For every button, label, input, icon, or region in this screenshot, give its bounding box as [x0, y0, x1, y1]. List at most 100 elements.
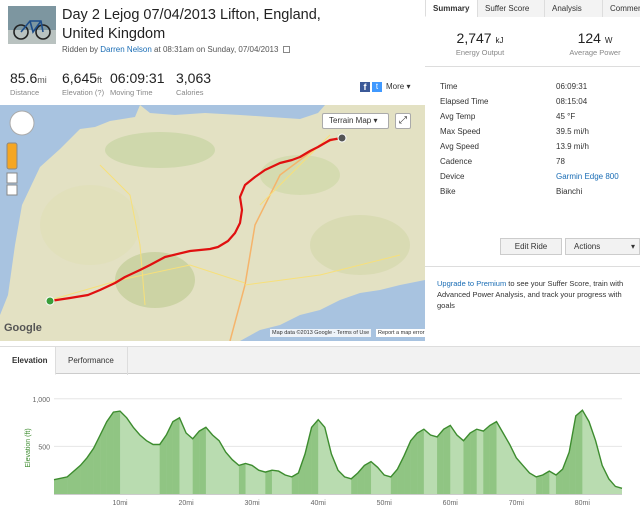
climb-segment — [463, 433, 471, 494]
x-tick-labels: 10mi 20mi 30mi 40mi 50mi 60mi 70mi 80mi — [112, 500, 590, 507]
map-attribution[interactable]: Map data ©2013 Google - Terms of Use — [270, 329, 372, 337]
activity-tabs: Summary Suffer Score Analysis Comments — [425, 0, 640, 17]
climb-segment — [238, 463, 246, 494]
climb-segment — [536, 474, 543, 494]
upgrade-premium-link[interactable]: Upgrade to Premium — [437, 279, 506, 288]
climb-segment — [106, 412, 114, 494]
ridden-prefix: Ridden by — [62, 45, 101, 54]
detail-key: Bike — [440, 187, 456, 196]
average-power: 124 W Average Power — [555, 30, 635, 57]
tab-performance[interactable]: Performance — [56, 347, 128, 375]
detail-row: Elapsed Time 08:15:04 — [440, 97, 635, 109]
climb-segment — [311, 419, 319, 494]
y-tick-label: 500 — [38, 444, 50, 451]
detail-value: 08:15:04 — [556, 97, 588, 106]
y-axis-label: Elevation (ft) — [25, 428, 32, 467]
tab-comments[interactable]: Comments — [602, 0, 640, 17]
climb-segment — [437, 429, 444, 494]
energy-value: 2,747 — [456, 30, 492, 46]
stat-label[interactable]: Elevation (?) — [62, 88, 104, 97]
detail-key: Device — [440, 172, 465, 181]
power-value: 124 — [577, 30, 601, 46]
device-link[interactable]: Garmin Edge 800 — [556, 172, 619, 181]
report-map-error-link[interactable]: Report a map error — [376, 329, 425, 337]
detail-key: Cadence — [440, 157, 473, 166]
more-label: More — [386, 82, 405, 91]
actions-label: Actions — [574, 242, 601, 251]
climb-segment — [575, 410, 583, 494]
climb-segment — [470, 429, 477, 494]
energy-unit: kJ — [495, 36, 504, 45]
actions-dropdown[interactable]: Actions ▾ — [565, 238, 640, 255]
detail-row: Time 06:09:31 — [440, 82, 635, 94]
stat-calories: 3,063 Calories — [176, 70, 211, 97]
stat-unit: mi — [37, 75, 47, 85]
detail-value: 06:09:31 — [556, 82, 588, 91]
divider — [425, 66, 640, 67]
tab-elevation[interactable]: Elevation — [0, 347, 56, 375]
energy-output: 2,747 kJ Energy Output — [440, 30, 520, 57]
stat-label: Distance — [10, 88, 40, 97]
more-share-dropdown[interactable]: More ▾ — [386, 82, 410, 91]
detail-key: Avg Speed — [440, 142, 479, 151]
tab-analysis[interactable]: Analysis — [544, 0, 602, 17]
terrain-label: Terrain Map — [329, 116, 372, 125]
climb-segment — [417, 429, 424, 494]
energy-label: Energy Output — [455, 48, 505, 57]
climb-segment — [489, 421, 497, 494]
climb-segment — [298, 454, 305, 494]
climb-segment — [304, 427, 312, 494]
detail-value: 45 °F — [556, 112, 576, 121]
x-tick-label: 40mi — [311, 500, 327, 507]
detail-key: Max Speed — [440, 127, 481, 136]
calendar-icon[interactable] — [282, 46, 290, 53]
activity-title: Day 2 Lejog 07/04/2013 Lifton, England, … — [62, 7, 321, 42]
power-label: Average Power — [569, 48, 621, 57]
detail-value: Bianchi — [556, 187, 583, 196]
fullscreen-icon[interactable]: ⤢ — [395, 113, 411, 129]
stat-distance: 85.6mi Distance — [10, 70, 47, 97]
stat-value: 06:09:31 — [110, 70, 165, 86]
elevation-chart[interactable]: 1,000 500 10mi 20mi 30mi 40mi 50mi 60mi 70mi 80m… — [0, 376, 640, 515]
chevron-down-icon: ▾ — [630, 242, 635, 251]
x-tick-label: 50mi — [377, 500, 393, 507]
x-tick-label: 70mi — [509, 500, 525, 507]
y-tick-label: 1,000 — [32, 397, 50, 404]
google-logo: Google — [4, 322, 42, 334]
climb-segment — [67, 465, 81, 494]
climb-segment — [265, 470, 272, 494]
stat-label: Moving Time — [110, 88, 153, 97]
stat-elevation: 6,645ft Elevation (?) — [62, 70, 104, 97]
stat-value: 6,645 — [62, 70, 98, 86]
activity-photo-thumbnail[interactable] — [8, 6, 56, 44]
climb-segment — [93, 434, 101, 494]
detail-value: 13.9 mi/h — [556, 142, 589, 151]
detail-row: Avg Temp 45 °F — [440, 112, 635, 124]
detail-row: Max Speed 39.5 mi/h — [440, 127, 635, 139]
facebook-share-icon[interactable]: f — [360, 82, 370, 92]
detail-row: Bike Bianchi — [440, 187, 635, 199]
ridden-date: at 08:31am on Sunday, 07/04/2013 — [151, 45, 279, 54]
tab-summary[interactable]: Summary — [425, 0, 477, 17]
detail-key: Elapsed Time — [440, 97, 489, 106]
route-map[interactable]: Terrain Map ▾ ⤢ Google Map data ©2013 Go… — [0, 105, 425, 341]
x-tick-label: 80mi — [575, 500, 591, 507]
detail-key: Avg Temp — [440, 112, 476, 121]
power-unit: W — [604, 36, 613, 45]
detail-key: Time — [440, 82, 458, 91]
chevron-down-icon: ▾ — [373, 116, 378, 125]
x-tick-label: 10mi — [112, 500, 128, 507]
rider-link[interactable]: Darren Nelson — [100, 45, 152, 54]
detail-row: Avg Speed 13.9 mi/h — [440, 142, 635, 154]
twitter-share-icon[interactable]: t — [372, 82, 382, 92]
detail-row: Cadence 78 — [440, 157, 635, 169]
climb-segment — [192, 431, 200, 494]
map-canvas[interactable] — [0, 105, 425, 341]
detail-value: 39.5 mi/h — [556, 127, 589, 136]
edit-ride-button[interactable]: Edit Ride — [500, 238, 562, 255]
stat-value: 85.6 — [10, 70, 38, 86]
tab-suffer-score[interactable]: Suffer Score — [477, 0, 544, 17]
y-tick-labels: 1,000 500 — [32, 397, 50, 452]
terrain-map-dropdown[interactable]: Terrain Map ▾ — [322, 113, 389, 129]
x-tick-label: 60mi — [443, 500, 459, 507]
